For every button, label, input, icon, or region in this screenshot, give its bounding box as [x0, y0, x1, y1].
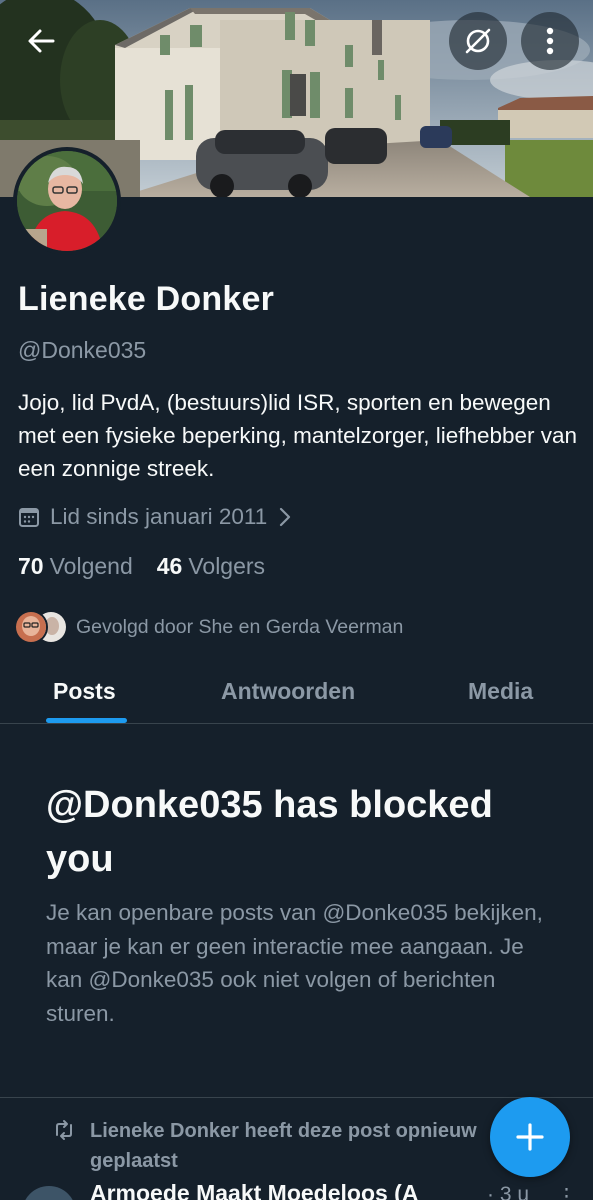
profile-name: Lieneke Donker	[18, 280, 275, 318]
active-tab-indicator	[46, 718, 127, 723]
back-button[interactable]	[16, 16, 66, 66]
profile-avatar[interactable]	[13, 147, 121, 255]
retweet-icon	[56, 1120, 72, 1140]
profile-bio: Jojo, lid PvdA, (bestuurs)lid ISR, sport…	[18, 390, 578, 481]
followers-count: 46	[156, 553, 183, 579]
followed-by-row[interactable]: Gevolgd door She en Gerda Veerman	[14, 610, 403, 644]
profile-screen: Lieneke Donker @Donke035 Jojo, lid PvdA,…	[0, 0, 593, 1200]
joined-date-row[interactable]: Lid sinds januari 2011	[18, 504, 291, 530]
followers-you-know-avatars	[14, 610, 70, 644]
following-link[interactable]: 70 Volgend	[18, 553, 133, 580]
blocked-message: Je kan openbare posts van @Donke035 beki…	[46, 900, 543, 1026]
followed-by-text: Gevolgd door She en Gerda Veerman	[76, 615, 404, 638]
plus-icon	[516, 1123, 544, 1151]
post-author-avatar[interactable]	[22, 1186, 76, 1200]
post-timestamp: · 3 u	[487, 1183, 530, 1200]
compose-button[interactable]	[490, 1097, 570, 1177]
repost-indicator[interactable]: Lieneke Donker heeft deze post opnieuw g…	[52, 1116, 510, 1176]
post-author-name[interactable]: Armoede Maakt Moedeloos (A	[90, 1180, 418, 1200]
more-options-button[interactable]	[521, 12, 579, 70]
arrow-left-icon	[28, 29, 55, 53]
followers-label: Volgers	[188, 553, 266, 579]
followers-link[interactable]: 46 Volgers	[157, 553, 265, 580]
tab-media[interactable]: Media	[468, 678, 533, 705]
avatar-image	[17, 151, 117, 251]
repost-text: Lieneke Donker heeft deze post opnieuw g…	[90, 1120, 477, 1172]
post-more-button[interactable]: ⋮	[556, 1184, 577, 1200]
tab-replies[interactable]: Antwoorden	[221, 678, 355, 705]
unfollow-button[interactable]	[449, 12, 507, 70]
blocked-title: @Donke035 has blocked you	[46, 784, 493, 880]
chevron-right-icon	[280, 507, 291, 527]
joined-date-label: Lid sinds januari 2011	[50, 504, 268, 529]
profile-tabs: Posts Antwoorden Media	[0, 660, 593, 724]
more-vertical-icon	[546, 27, 554, 55]
following-label: Volgend	[49, 553, 133, 579]
divider	[0, 1097, 593, 1098]
tab-posts[interactable]: Posts	[53, 678, 116, 705]
avatar	[14, 610, 48, 644]
following-count: 70	[18, 553, 44, 579]
calendar-icon	[19, 508, 39, 527]
profile-handle: @Donke035	[18, 337, 147, 363]
unfollow-icon	[465, 28, 491, 54]
follow-stats: 70 Volgend 46 Volgers	[18, 553, 289, 580]
